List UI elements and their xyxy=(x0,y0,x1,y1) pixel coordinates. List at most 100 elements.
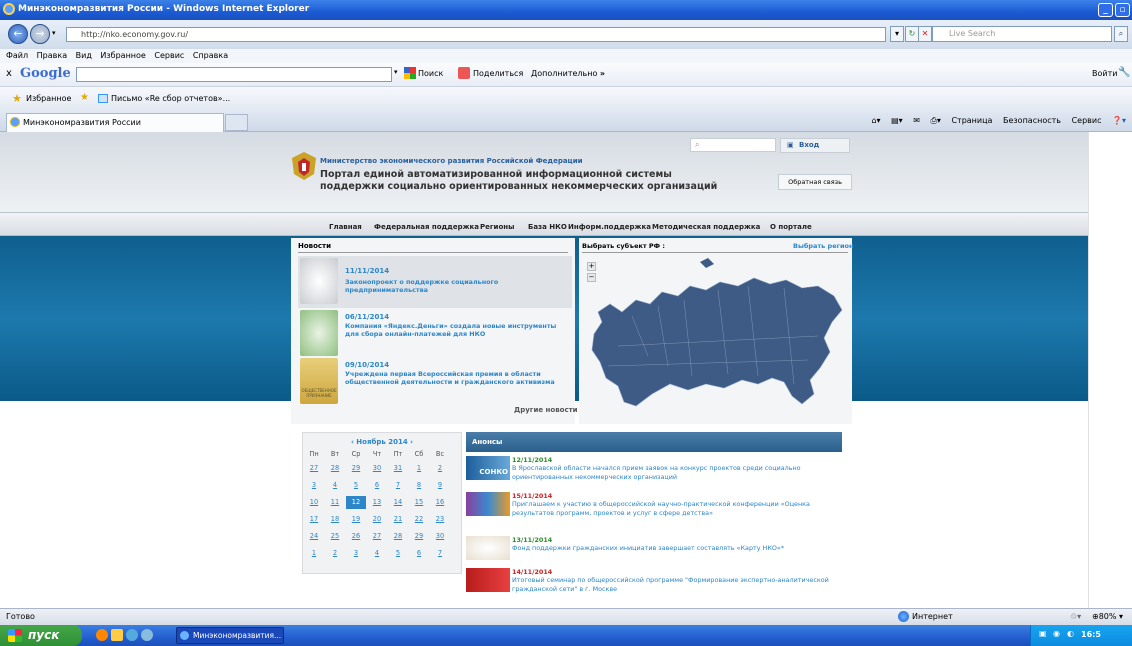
menu-file[interactable]: Файл xyxy=(6,49,28,63)
calendar-day[interactable]: 9 xyxy=(430,479,450,492)
new-tab-button[interactable] xyxy=(225,114,248,131)
site-search-input[interactable]: ⌕ xyxy=(690,138,776,152)
wrench-icon[interactable]: 🔧 xyxy=(1118,67,1130,78)
news-title[interactable]: Компания «Яндекс.Деньги» создала новые и… xyxy=(345,322,567,338)
google-dropdown-icon[interactable]: ▾ xyxy=(394,68,398,76)
calendar-day[interactable]: 1 xyxy=(409,462,429,475)
calendar-day[interactable]: 3 xyxy=(304,479,324,492)
calendar-day[interactable]: 28 xyxy=(388,530,408,543)
nav-federal-support[interactable]: Федеральная поддержка xyxy=(374,223,479,231)
start-button[interactable]: пуск xyxy=(0,625,82,646)
news-item[interactable]: 06/11/2014 Компания «Яндекс.Деньги» созд… xyxy=(298,308,572,360)
announcement-title[interactable]: Фонд поддержки гражданских инициатив зав… xyxy=(512,544,848,553)
stop-icon[interactable]: ✕ xyxy=(918,26,932,42)
calendar-day[interactable]: 11 xyxy=(325,496,345,509)
google-login-button[interactable]: Войти xyxy=(1092,69,1117,78)
print-icon[interactable]: ⎙▾ xyxy=(930,116,940,125)
calendar-day[interactable]: 5 xyxy=(388,547,408,560)
announcement-item[interactable]: 15/11/2014 Приглашаем к участию в общерос… xyxy=(466,492,846,522)
announcement-item[interactable]: СОНКО 12/11/2014 В Ярославской области нач… xyxy=(466,456,846,486)
calendar-day[interactable]: 25 xyxy=(325,530,345,543)
calendar-day[interactable]: 26 xyxy=(346,530,366,543)
command-security[interactable]: Безопасность xyxy=(1003,116,1061,125)
calendar-day[interactable]: 14 xyxy=(388,496,408,509)
google-search-button[interactable]: Поиск xyxy=(418,69,443,78)
login-button[interactable]: ▣ Вход xyxy=(780,138,850,153)
address-dropdown-icon[interactable]: ▾ xyxy=(890,26,904,42)
calendar-day[interactable]: 20 xyxy=(367,513,387,526)
history-dropdown-icon[interactable]: ▾ xyxy=(52,29,56,37)
nav-home[interactable]: Главная xyxy=(329,223,362,231)
calendar-day[interactable]: 30 xyxy=(430,530,450,543)
mail-icon[interactable]: ✉ xyxy=(913,116,920,125)
calendar-day[interactable]: 2 xyxy=(430,462,450,475)
calendar-day[interactable]: 30 xyxy=(367,462,387,475)
command-page[interactable]: Страница xyxy=(951,116,992,125)
calendar-day[interactable]: 7 xyxy=(430,547,450,560)
feeds-icon[interactable]: ▤▾ xyxy=(891,116,903,125)
announcement-item[interactable]: 13/11/2014 Фонд поддержки гражданских ини… xyxy=(466,536,846,566)
calendar-day[interactable]: 19 xyxy=(346,513,366,526)
quicklaunch-folder-icon[interactable] xyxy=(111,629,123,641)
refresh-icon[interactable]: ↻ xyxy=(905,26,919,42)
tab-active[interactable]: Минэкономразвития России xyxy=(6,113,224,132)
nav-method-support[interactable]: Методическая поддержка xyxy=(652,223,760,231)
favorites-button[interactable]: Избранное xyxy=(26,94,71,103)
page-scroll-area[interactable] xyxy=(1088,132,1132,608)
announcement-title[interactable]: Приглашаем к участию в общероссийской на… xyxy=(512,500,848,518)
nav-about[interactable]: О портале xyxy=(770,223,812,231)
command-tools[interactable]: Сервис xyxy=(1072,116,1102,125)
help-icon[interactable]: ❓▾ xyxy=(1112,116,1126,125)
search-go-icon[interactable]: ⌕ xyxy=(1114,26,1128,42)
calendar-day[interactable]: 27 xyxy=(304,462,324,475)
tray-network-icon[interactable]: ▣ xyxy=(1039,629,1047,638)
announcement-item[interactable]: 14/11/2014 Итоговый семинар по общероссий… xyxy=(466,568,846,598)
maximize-button[interactable]: ▫ xyxy=(1115,3,1130,17)
calendar-day[interactable]: 13 xyxy=(367,496,387,509)
news-title[interactable]: Учреждена первая Всероссийская премия в … xyxy=(345,370,567,386)
calendar-day[interactable]: 15 xyxy=(409,496,429,509)
calendar-day[interactable]: 8 xyxy=(409,479,429,492)
announcement-title[interactable]: Итоговый семинар по общероссийской прогр… xyxy=(512,576,848,594)
home-icon[interactable]: ⌂▾ xyxy=(871,116,880,125)
protected-mode-icon[interactable]: ♲▾ xyxy=(1070,612,1081,621)
calendar-day[interactable]: 29 xyxy=(346,462,366,475)
calendar-day[interactable]: 16 xyxy=(430,496,450,509)
tray-security-icon[interactable]: ◉ xyxy=(1053,629,1060,638)
quicklaunch-ie-icon[interactable] xyxy=(126,629,138,641)
feedback-button[interactable]: Обратная связь xyxy=(778,174,852,190)
calendar-day[interactable]: 17 xyxy=(304,513,324,526)
back-icon[interactable]: ← xyxy=(8,24,28,44)
taskbar-window-button[interactable]: Минэкономразвития... xyxy=(176,627,284,644)
calendar-day[interactable]: 31 xyxy=(388,462,408,475)
zoom-level[interactable]: ⊕80% ▾ xyxy=(1092,612,1123,621)
nav-regions[interactable]: Регионы xyxy=(480,223,514,231)
more-news-link[interactable]: Другие новости xyxy=(514,406,578,414)
google-toolbar-close-button[interactable]: x xyxy=(6,68,12,79)
calendar-day[interactable]: 27 xyxy=(367,530,387,543)
live-search-input[interactable]: Live Search xyxy=(932,26,1112,42)
calendar-day[interactable]: 4 xyxy=(325,479,345,492)
quicklaunch-browser-icon[interactable] xyxy=(96,629,108,641)
forward-icon[interactable]: → xyxy=(30,24,50,44)
choose-region-link[interactable]: Выбрать регион xyxy=(793,242,854,250)
calendar-day[interactable]: 3 xyxy=(346,547,366,560)
menu-help[interactable]: Справка xyxy=(193,49,228,63)
menu-view[interactable]: Вид xyxy=(76,49,92,63)
nav-info-support[interactable]: Информ.поддержка xyxy=(568,223,651,231)
calendar-month-nav[interactable]: ‹ Ноябрь 2014 › xyxy=(302,438,462,446)
news-item[interactable]: ОБЩЕСТВЕННОЕ ПРИЗНАНИЕ 09/10/2014 Учрежд… xyxy=(298,356,572,408)
minimize-button[interactable]: _ xyxy=(1098,3,1113,17)
calendar-day[interactable]: 22 xyxy=(409,513,429,526)
calendar-day[interactable]: 4 xyxy=(367,547,387,560)
calendar-day[interactable]: 6 xyxy=(367,479,387,492)
calendar-day[interactable]: 1 xyxy=(304,547,324,560)
google-share-button[interactable]: Поделиться xyxy=(473,69,523,78)
add-favorite-icon[interactable]: ★ xyxy=(80,92,89,103)
calendar-day[interactable]: 23 xyxy=(430,513,450,526)
news-title[interactable]: Законопроект о поддержке социального пре… xyxy=(345,278,567,294)
menu-favorites[interactable]: Избранное xyxy=(100,49,145,63)
calendar-day[interactable]: 2 xyxy=(325,547,345,560)
quicklaunch-ie2-icon[interactable] xyxy=(141,629,153,641)
favorite-link-letter[interactable]: Письмо «Re сбор отчетов»... xyxy=(111,94,230,103)
